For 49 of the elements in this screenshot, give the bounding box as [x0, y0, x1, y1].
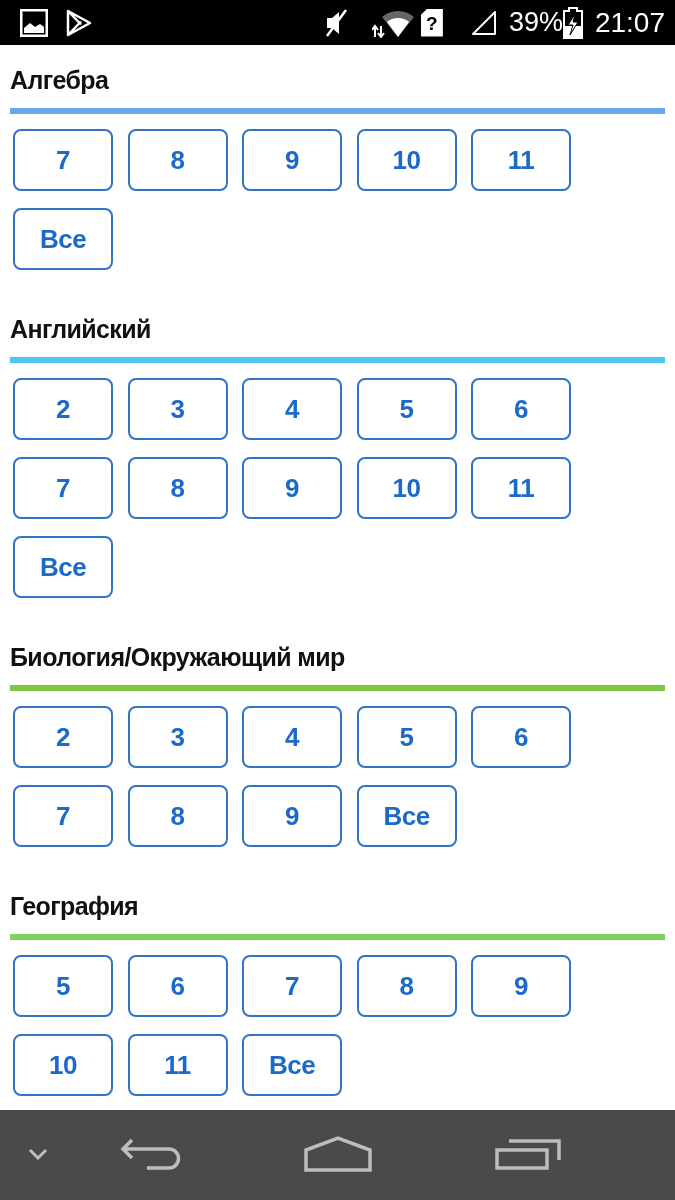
grade-button[interactable]: 6: [471, 706, 571, 768]
grade-button[interactable]: 8: [127, 457, 228, 519]
grade-button[interactable]: 9: [242, 785, 342, 847]
grade-button[interactable]: Все: [356, 785, 457, 847]
grade-button[interactable]: 10: [356, 457, 457, 519]
grade-button[interactable]: Все: [13, 208, 113, 270]
grade-button[interactable]: 11: [471, 457, 571, 519]
grade-button[interactable]: 5: [13, 955, 113, 1017]
grade-button[interactable]: 9: [242, 457, 342, 519]
grade-button[interactable]: 11: [471, 129, 571, 191]
grade-button[interactable]: 8: [127, 129, 228, 191]
grade-button[interactable]: 10: [13, 1034, 113, 1096]
section-title: Алгебра: [9, 65, 110, 95]
grade-button[interactable]: 7: [242, 955, 342, 1017]
clock-time: 21:07: [594, 8, 665, 37]
grade-button[interactable]: Все: [13, 536, 113, 598]
battery-percent: 39%: [508, 9, 563, 36]
recent-apps-icon[interactable]: [495, 1138, 563, 1170]
grade-button[interactable]: 7: [13, 129, 113, 191]
grade-button[interactable]: 3: [127, 706, 228, 768]
grade-button[interactable]: 4: [242, 706, 342, 768]
grade-button[interactable]: 8: [356, 955, 457, 1017]
play-triangle-icon: [66, 8, 92, 37]
grade-button[interactable]: 11: [127, 1034, 228, 1096]
section-title: Биология/Окружающий мир: [9, 642, 346, 672]
grade-button[interactable]: 9: [471, 955, 571, 1017]
back-icon[interactable]: [120, 1137, 182, 1171]
section-title: География: [9, 891, 140, 921]
chevron-down-icon[interactable]: [28, 1148, 48, 1160]
grade-button[interactable]: 4: [242, 378, 342, 440]
grade-button[interactable]: 10: [356, 129, 457, 191]
grade-button[interactable]: 3: [127, 378, 228, 440]
grade-button[interactable]: 8: [127, 785, 228, 847]
gallery-icon: [20, 8, 48, 37]
grade-button[interactable]: 9: [242, 129, 342, 191]
grade-button[interactable]: 2: [13, 378, 113, 440]
battery-charging-icon: [562, 6, 583, 39]
grade-button[interactable]: 5: [356, 378, 457, 440]
section-title: Английский: [9, 314, 152, 344]
signal-icon: [470, 9, 497, 36]
grade-button[interactable]: 2: [13, 706, 113, 768]
grade-button[interactable]: 7: [13, 785, 113, 847]
grade-button[interactable]: 6: [471, 378, 571, 440]
grade-button[interactable]: 7: [13, 457, 113, 519]
home-icon[interactable]: [304, 1136, 372, 1172]
grade-button[interactable]: 5: [356, 706, 457, 768]
grade-button[interactable]: 6: [127, 955, 228, 1017]
sim-card-icon: ?: [420, 8, 443, 37]
grade-button[interactable]: Все: [242, 1034, 342, 1096]
